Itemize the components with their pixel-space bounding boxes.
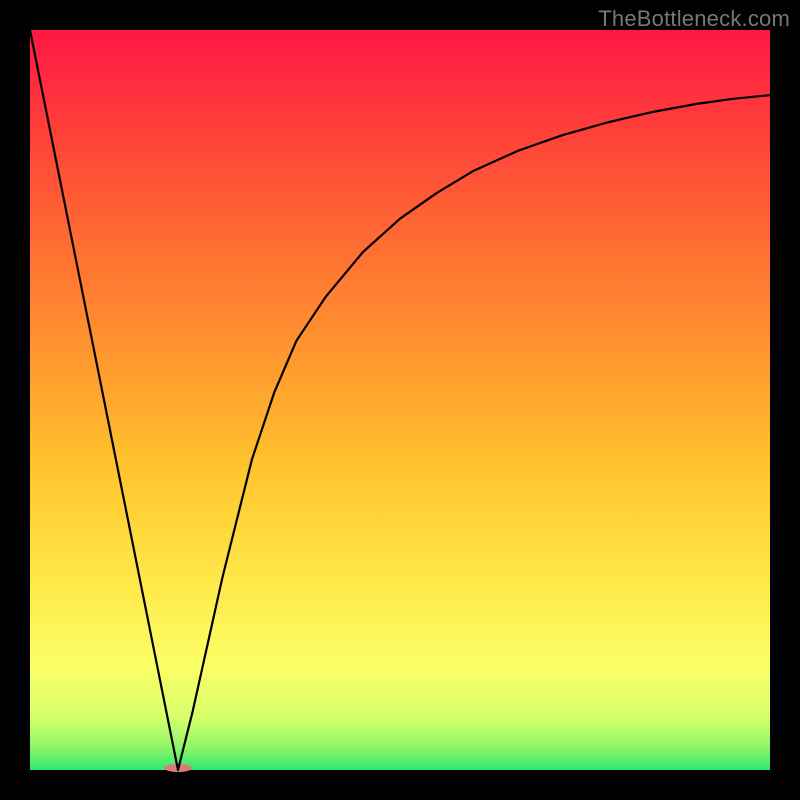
bottleneck-chart: TheBottleneck.com: [0, 0, 800, 800]
chart-svg: [0, 0, 800, 800]
watermark-text: TheBottleneck.com: [598, 6, 790, 32]
